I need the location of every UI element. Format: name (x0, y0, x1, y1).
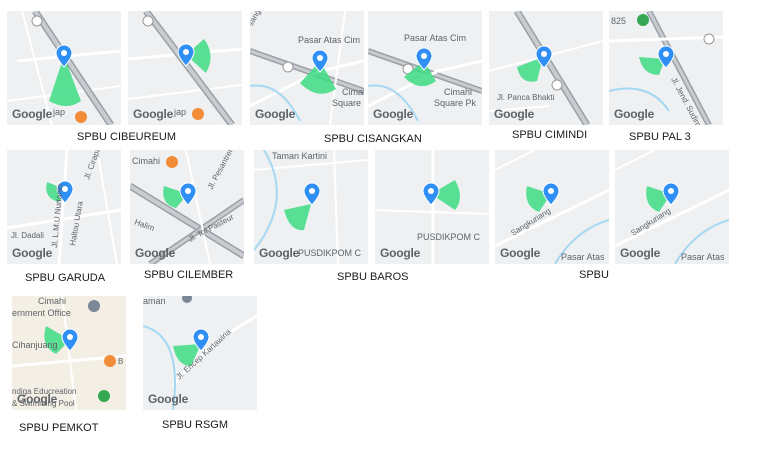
svg-text:Cimahi: Cimahi (132, 156, 160, 166)
tile-label: SPBU CISANGKAN (324, 133, 422, 145)
google-attribution: Google (380, 246, 421, 260)
map-tile-cisangkan[interactable]: Pasar Atas Cim Cimahi Square Pk sang Goo… (250, 11, 364, 125)
tile-label: SPBU CIMINDI (512, 129, 588, 141)
map-tile-sangkuriang-2[interactable]: Sangkuriang Pasar Atas Google (615, 150, 729, 264)
restaurant-icon (192, 108, 204, 120)
map-tile-cibeureum-2[interactable]: jap Google (128, 11, 242, 125)
svg-text:PUSDIKPOM C: PUSDIKPOM C (298, 248, 362, 258)
svg-text:Jl. Panca Bhakti: Jl. Panca Bhakti (497, 93, 555, 102)
map-tile-cisangkan-2[interactable]: Pasar Atas Cim Cimahi Square Pk Google (368, 11, 482, 125)
google-attribution: Google (12, 246, 53, 260)
svg-text:Jl. Dadali: Jl. Dadali (11, 231, 44, 240)
tile-label: SPBU BAROS (337, 271, 409, 283)
map-tile-rsgm[interactable]: aman Jl. Encep Kartawiria Google (143, 296, 257, 410)
government-icon (88, 300, 100, 312)
map-tile-cilember[interactable]: Cimahi Jl. Pesantren Jl. Tol Pasteur Hal… (130, 150, 244, 264)
svg-text:Square Pk: Square Pk (332, 98, 364, 108)
tile-label: SPBU CIBEUREUM (77, 131, 177, 143)
restaurant-icon (104, 355, 116, 367)
google-attribution: Google (148, 392, 189, 406)
tile-label: SPBU CILEMBER (144, 269, 234, 281)
google-attribution: Google (259, 246, 300, 260)
place-marker-icon (98, 390, 110, 402)
svg-text:Cihanjuang: Cihanjuang (12, 340, 58, 350)
google-attribution: Google (133, 107, 174, 121)
google-attribution: Google (17, 392, 58, 406)
map-tile-baros[interactable]: Taman Kartini PUSDIKPOM C Google (254, 150, 368, 264)
map-tile-cimindi[interactable]: Jl. Panca Bhakti Google (489, 11, 603, 125)
google-attribution: Google (12, 107, 53, 121)
google-attribution: Google (494, 107, 535, 121)
map-tile-cibeureum[interactable]: jap Google (7, 11, 121, 125)
google-attribution: Google (255, 107, 296, 121)
svg-text:jap: jap (173, 107, 186, 117)
restaurant-icon (75, 111, 87, 123)
svg-text:Cimahi: Cimahi (444, 87, 472, 97)
restaurant-icon (166, 156, 178, 168)
map-tile-pemkot[interactable]: Cimahi ernment Office Cihanjuang ndiga E… (12, 296, 126, 410)
map-tile-pal3[interactable]: 825 Jl. Jend. Sudirman Google (609, 11, 723, 125)
svg-text:ernment Office: ernment Office (12, 308, 71, 318)
map-tile-sangkuriang[interactable]: Sangkuriang Pasar Atas Google (495, 150, 609, 264)
google-attribution: Google (620, 246, 661, 260)
map-tile-garuda[interactable]: Jl. Cirapa Jl. Dadali Jl. L.M.U Nurtanio… (7, 150, 121, 264)
svg-text:Square Pk: Square Pk (434, 98, 477, 108)
map-tile-baros-2[interactable]: PUSDIKPOM C Google (375, 150, 489, 264)
svg-text:Pasar Atas Cim: Pasar Atas Cim (298, 35, 360, 45)
tile-label: SPBU PEMKOT (19, 422, 99, 434)
svg-text:Pasar Atas Cim: Pasar Atas Cim (404, 33, 466, 43)
tile-label: SPBU RSGM (162, 419, 229, 431)
svg-text:Pasar Atas: Pasar Atas (681, 252, 725, 262)
google-attribution: Google (500, 246, 541, 260)
svg-text:B: B (118, 357, 123, 366)
svg-text:aman: aman (143, 296, 166, 306)
place-marker-icon (637, 14, 649, 26)
tile-label: SPBU PAL 3 (629, 131, 691, 143)
svg-text:Cimahi: Cimahi (342, 87, 364, 97)
google-attribution: Google (135, 246, 176, 260)
svg-text:jap: jap (52, 107, 65, 117)
svg-text:825: 825 (611, 16, 626, 26)
svg-text:Cimahi: Cimahi (38, 296, 66, 306)
svg-text:PUSDIKPOM C: PUSDIKPOM C (417, 232, 481, 242)
svg-text:Taman Kartini: Taman Kartini (272, 151, 327, 161)
google-attribution: Google (373, 107, 414, 121)
tile-label: SPBU GARUDA (25, 272, 106, 284)
google-attribution: Google (614, 107, 655, 121)
tile-label: SPBU (579, 269, 609, 281)
svg-text:Pasar Atas: Pasar Atas (561, 252, 605, 262)
